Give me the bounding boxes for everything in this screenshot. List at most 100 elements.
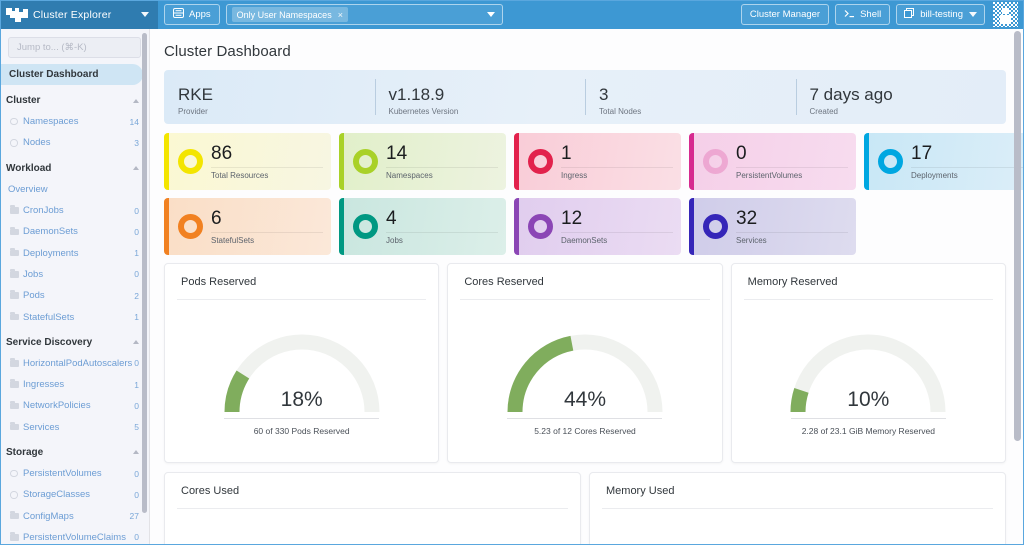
sidebar-item-namespaces[interactable]: Namespaces 14 [0,111,149,132]
user-avatar-icon[interactable] [991,0,1020,29]
chart-card: Memory Used [589,472,1006,545]
brand-block[interactable]: Cluster Explorer [0,0,158,29]
caret-up-icon[interactable] [133,340,139,345]
main-content: Cluster Dashboard RKE Provider v1.18.9 Kube… [150,29,1024,545]
close-icon[interactable]: × [338,10,343,20]
count-card-accent-bar [164,133,169,190]
cluster-summary-strip: RKE Provider v1.18.9 Kubernetes Version 3 Tot… [164,70,1006,124]
sidebar-item-count: 5 [134,422,139,433]
count-card-accent-bar [164,198,169,255]
caret-up-icon[interactable] [133,98,139,103]
sidebar-item-cronjobs[interactable]: CronJobs 0 [0,200,149,221]
count-card[interactable]: 32 Services [689,198,856,255]
count-card-body: 12 DaemonSets [561,209,681,245]
sidebar-item-horizontalpodautoscalers[interactable]: HorizontalPodAutoscalers 0 [0,353,149,374]
count-card-body: 86 Total Resources [211,144,331,180]
namespace-filter[interactable]: Only User Namespaces × [225,4,503,25]
count-card[interactable]: 14 Namespaces [339,133,506,190]
account-button[interactable]: bill-testing [896,4,985,25]
sidebar-item-count: 1 [134,312,139,323]
count-card-value: 6 [211,207,222,229]
sidebar-item-label: Deployments [23,247,79,259]
folder-icon [10,205,23,214]
sidebar-item-persistentvolumeclaims[interactable]: PersistentVolumeClaims 0 [0,527,149,545]
sidebar-group-header[interactable]: Service Discovery [0,332,149,353]
shell-button[interactable]: Shell [835,4,891,25]
folder-icon [10,532,23,541]
gauge-subtitle: 60 of 330 Pods Reserved [253,426,350,436]
count-card-value: 32 [736,207,758,229]
sidebar-item-jobs[interactable]: Jobs 0 [0,264,149,285]
chart-card-title: Cores Used [181,485,240,497]
sidebar-group-header[interactable]: Storage [0,442,149,463]
sidebar-item-count: 1 [134,379,139,390]
sidebar-item-storageclasses[interactable]: StorageClasses 0 [0,484,149,505]
count-card-accent-bar [514,133,519,190]
cluster-manager-button[interactable]: Cluster Manager [740,4,830,25]
chevron-down-icon[interactable] [486,12,495,17]
ring-icon [528,214,553,239]
apps-button[interactable]: Apps [164,4,220,25]
count-card-label: DaemonSets [561,235,608,245]
sidebar-item-label: DaemonSets [23,226,78,238]
sidebar-item-ingresses[interactable]: Ingresses 1 [0,374,149,395]
sidebar-item-statefulsets[interactable]: StatefulSets 1 [0,306,149,327]
count-card-label: Jobs [386,235,403,245]
summary-cell: 7 days ago Created [795,70,1007,124]
count-card[interactable]: 12 DaemonSets [514,198,681,255]
gauge-arc: 10% [785,326,951,416]
count-card-label: Services [736,235,767,245]
sidebar-group-label: Cluster [6,95,41,106]
count-card-accent-bar [339,198,344,255]
sidebar-item-pods[interactable]: Pods 2 [0,285,149,306]
sidebar-item-networkpolicies[interactable]: NetworkPolicies 0 [0,395,149,416]
count-card[interactable]: 4 Jobs [339,198,506,255]
sidebar-item-deployments[interactable]: Deployments 1 [0,242,149,263]
count-card[interactable]: 1 Ingress [514,133,681,190]
search-input[interactable]: Jump to... (⌘-K) [8,37,141,58]
summary-cell: v1.18.9 Kubernetes Version [374,70,586,124]
top-bar-right: Cluster Manager Shell bill-testing [740,0,1024,29]
summary-value: 3 [599,84,609,104]
chevron-down-icon[interactable] [969,12,977,17]
sidebar-item-persistentvolumes[interactable]: PersistentVolumes 0 [0,463,149,484]
ring-icon [878,149,903,174]
sidebar-item-daemonsets[interactable]: DaemonSets 0 [0,221,149,242]
divider [386,231,498,233]
copy-icon [904,8,915,21]
count-card[interactable]: 6 StatefulSets [164,198,331,255]
sidebar-group-header[interactable]: Cluster [0,90,149,111]
sidebar-item-overview[interactable]: Overview [0,179,149,200]
sidebar-item-count: 0 [134,205,139,216]
caret-up-icon[interactable] [133,166,139,171]
chevron-down-icon[interactable] [141,12,149,17]
sidebar-item-nodes[interactable]: Nodes 3 [0,132,149,153]
sidebar-item-configmaps[interactable]: ConfigMaps 27 [0,505,149,526]
count-card-value: 0 [736,142,747,164]
sidebar-item-cluster-dashboard[interactable]: Cluster Dashboard [0,64,143,85]
count-card-accent-bar [514,198,519,255]
ring-icon [353,149,378,174]
count-card-label: Total Resources [211,170,269,180]
sidebar-group-header[interactable]: Workload [0,158,149,179]
main-scrollbar[interactable] [1014,31,1021,441]
caret-up-icon[interactable] [133,450,139,455]
summary-label: Created [809,107,838,117]
count-card[interactable]: 0 PersistentVolumes [689,133,856,190]
count-card-value: 14 [386,142,408,164]
circle-icon [10,469,23,478]
summary-label: Total Nodes [599,107,642,117]
ring-icon [703,214,728,239]
dashboard-content: RKE Provider v1.18.9 Kubernetes Version 3 Tot… [150,70,1024,545]
sidebar-item-services[interactable]: Services 5 [0,417,149,438]
folder-icon [10,400,23,410]
gauge-card-title: Memory Reserved [747,276,838,288]
count-card[interactable]: 17 Deployments [864,133,1024,190]
namespace-filter-tag[interactable]: Only User Namespaces × [231,7,348,22]
rancher-logo-icon [5,4,29,26]
sidebar-item-count: 27 [129,511,139,522]
sidebar-item-label: Ingresses [23,379,65,391]
folder-icon [10,226,23,236]
count-card[interactable]: 86 Total Resources [164,133,331,190]
sidebar-scrollbar[interactable] [142,33,147,513]
